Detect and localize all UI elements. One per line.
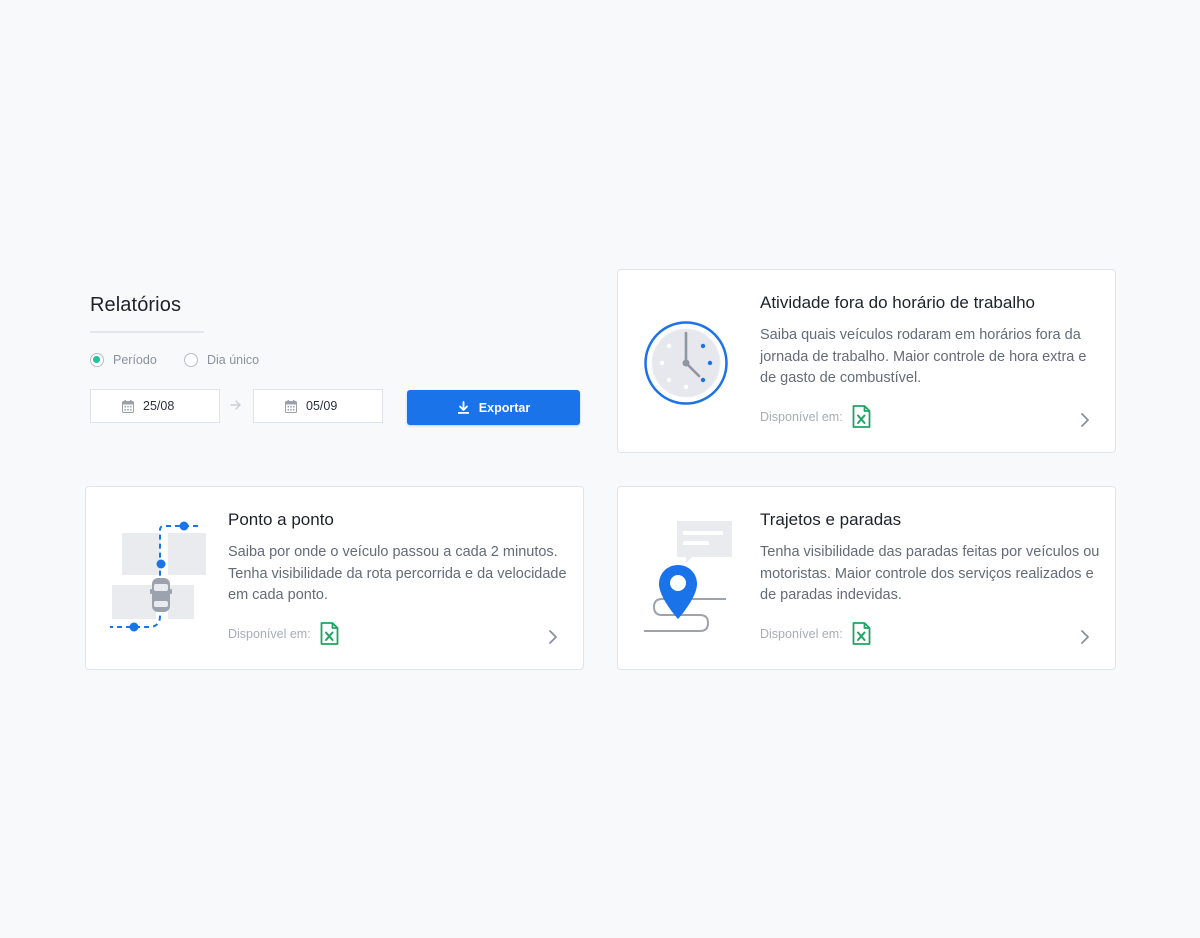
calendar-icon bbox=[122, 399, 134, 413]
card-title: Trajetos e paradas bbox=[760, 510, 902, 529]
excel-file-icon[interactable] bbox=[852, 622, 871, 645]
radio-dia-unico[interactable]: Dia único bbox=[184, 353, 259, 367]
chevron-right-icon[interactable] bbox=[548, 629, 558, 645]
car-icon bbox=[150, 578, 172, 612]
report-card-routes-stops[interactable]: Trajetos e paradas Tenha visibilidade da… bbox=[617, 486, 1116, 670]
chevron-right-icon[interactable] bbox=[1080, 412, 1090, 428]
radio-label: Período bbox=[113, 353, 157, 367]
card-description: Tenha visibilidade das paradas feitas po… bbox=[760, 544, 1100, 603]
availability: Disponível em: bbox=[228, 622, 339, 645]
clock-icon bbox=[644, 321, 728, 405]
report-card-point-to-point[interactable]: Ponto a ponto Saiba por onde o veículo p… bbox=[85, 486, 584, 670]
page-title: Relatórios bbox=[90, 294, 182, 316]
card-title: Atividade fora do horário de trabalho bbox=[760, 293, 1036, 312]
export-button[interactable]: Exportar bbox=[407, 390, 580, 425]
availability: Disponível em: bbox=[760, 405, 871, 428]
export-label: Exportar bbox=[478, 400, 531, 415]
calendar-icon bbox=[285, 399, 297, 413]
end-date-field[interactable]: 05/09 bbox=[253, 389, 383, 423]
excel-file-icon[interactable] bbox=[320, 622, 339, 645]
end-date-value: 05/09 bbox=[306, 399, 338, 413]
chevron-right-icon[interactable] bbox=[1080, 629, 1090, 645]
card-description: Saiba quais veículos rodaram em horários… bbox=[760, 327, 1087, 386]
report-card-after-hours[interactable]: Atividade fora do horário de trabalho Sa… bbox=[617, 269, 1116, 453]
availability-label: Disponível em: bbox=[228, 626, 311, 641]
download-icon bbox=[457, 401, 469, 414]
title-underline bbox=[90, 331, 204, 333]
arrow-right-icon bbox=[230, 400, 241, 410]
excel-file-icon[interactable] bbox=[852, 405, 871, 428]
route-car-icon bbox=[110, 521, 206, 632]
radio-label: Dia único bbox=[207, 353, 260, 367]
availability-label: Disponível em: bbox=[760, 626, 843, 641]
card-description: Saiba por onde o veículo passou a cada 2… bbox=[228, 544, 567, 603]
map-pin-icon bbox=[644, 521, 732, 632]
radio-dot[interactable] bbox=[90, 353, 104, 367]
availability: Disponível em: bbox=[760, 622, 871, 645]
start-date-value: 25/08 bbox=[143, 399, 175, 413]
availability-label: Disponível em: bbox=[760, 409, 843, 424]
radio-dot[interactable] bbox=[184, 353, 198, 367]
radio-periodo[interactable]: Período bbox=[90, 353, 157, 367]
card-title: Ponto a ponto bbox=[228, 510, 334, 529]
start-date-field[interactable]: 25/08 bbox=[90, 389, 220, 423]
